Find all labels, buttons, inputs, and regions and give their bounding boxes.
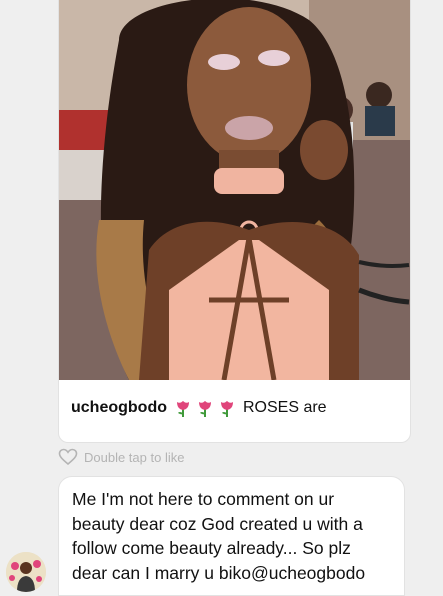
like-hint: Double tap to like bbox=[84, 449, 185, 465]
rose-icon bbox=[220, 401, 233, 417]
rose-emojis bbox=[173, 398, 237, 418]
caption-row: ucheogbodo ROSES are bbox=[71, 396, 327, 420]
avatar[interactable] bbox=[6, 552, 46, 592]
comment-line: Me I'm not here to comment on ur bbox=[72, 489, 335, 509]
comment-line: follow come beauty already... So plz bbox=[72, 538, 351, 558]
comment-line: beauty dear coz God created u with a bbox=[72, 513, 363, 534]
photo-illustration bbox=[59, 0, 410, 380]
post-card: ucheogbodo ROSES are bbox=[58, 0, 411, 443]
rose-icon bbox=[176, 401, 189, 417]
caption-username[interactable]: ucheogbodo bbox=[71, 399, 167, 417]
comment-bubble: Me I'm not here to comment on ur beauty … bbox=[58, 476, 405, 596]
comment-text: Me I'm not here to comment on ur beauty … bbox=[72, 487, 394, 585]
post-photo[interactable] bbox=[59, 0, 410, 380]
caption-text: ROSES are bbox=[242, 399, 327, 416]
rose-icon bbox=[198, 401, 211, 417]
like-row[interactable]: Double tap to like bbox=[58, 448, 184, 466]
comment-line: dear can I marry u biko@ucheogbodo bbox=[72, 562, 366, 583]
heart-icon[interactable] bbox=[58, 448, 78, 466]
avatar-image bbox=[6, 552, 46, 592]
